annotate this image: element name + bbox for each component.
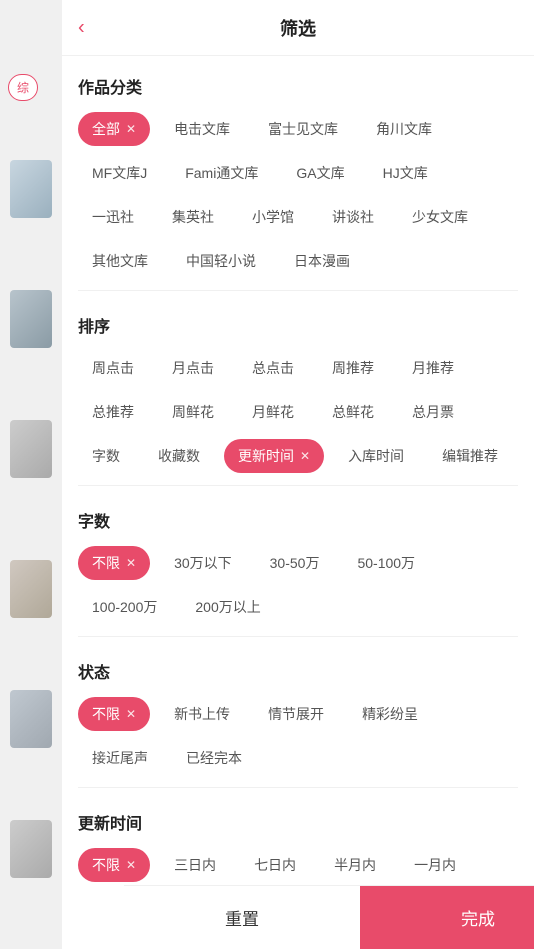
sort-section: 排序 周点击 月点击 总点击 周推荐 月推荐 总推荐 周鲜花 月鲜花 总鲜花 总… bbox=[78, 295, 518, 481]
tag-words-3[interactable]: 50-100万 bbox=[343, 546, 429, 580]
tag-category-11[interactable]: 讲谈社 bbox=[318, 200, 388, 234]
divider-2 bbox=[78, 485, 518, 486]
words-title: 字数 bbox=[78, 508, 518, 532]
header: ‹ 筛选 bbox=[62, 0, 534, 56]
tag-status-1[interactable]: 新书上传 bbox=[160, 697, 244, 731]
tag-category-6[interactable]: GA文库 bbox=[282, 156, 358, 190]
tag-sort-3[interactable]: 周推荐 bbox=[318, 351, 388, 385]
tag-category-7[interactable]: HJ文库 bbox=[369, 156, 442, 190]
tag-category-2[interactable]: 富士见文库 bbox=[254, 112, 352, 146]
tag-sort-11[interactable]: 收藏数 bbox=[144, 439, 214, 473]
tag-words-4[interactable]: 100-200万 bbox=[78, 590, 171, 624]
tag-sort-6[interactable]: 周鲜花 bbox=[158, 395, 228, 429]
tag-status-5[interactable]: 已经完本 bbox=[172, 741, 256, 775]
main-panel: ‹ 筛选 作品分类 全部✕ 电击文库 富士见文库 角川文库 MF文库J Fami… bbox=[62, 0, 534, 949]
divider-4 bbox=[78, 787, 518, 788]
book-thumb-4 bbox=[10, 560, 52, 618]
tag-sort-5[interactable]: 总推荐 bbox=[78, 395, 148, 429]
tag-update-0[interactable]: 不限✕ bbox=[78, 848, 150, 882]
comprehensive-tab[interactable]: 综 bbox=[8, 74, 38, 101]
tag-sort-12[interactable]: 更新时间✕ bbox=[224, 439, 324, 473]
tag-sort-2[interactable]: 总点击 bbox=[238, 351, 308, 385]
tag-status-2[interactable]: 情节展开 bbox=[254, 697, 338, 731]
tag-sort-4[interactable]: 月推荐 bbox=[398, 351, 468, 385]
sort-tags: 周点击 月点击 总点击 周推荐 月推荐 总推荐 周鲜花 月鲜花 总鲜花 总月票 … bbox=[78, 351, 518, 473]
tag-category-4[interactable]: MF文库J bbox=[78, 156, 161, 190]
tag-words-2[interactable]: 30-50万 bbox=[256, 546, 334, 580]
tag-category-13[interactable]: 其他文库 bbox=[78, 244, 162, 278]
tag-status-4[interactable]: 接近尾声 bbox=[78, 741, 162, 775]
tag-update-4[interactable]: 一月内 bbox=[400, 848, 470, 882]
tag-sort-10[interactable]: 字数 bbox=[78, 439, 134, 473]
tag-category-12[interactable]: 少女文库 bbox=[398, 200, 482, 234]
tag-sort-8[interactable]: 总鲜花 bbox=[318, 395, 388, 429]
status-tags: 不限✕ 新书上传 情节展开 精彩纷呈 接近尾声 已经完本 bbox=[78, 697, 518, 775]
tag-category-0[interactable]: 全部✕ bbox=[78, 112, 150, 146]
update-time-title: 更新时间 bbox=[78, 810, 518, 834]
tag-category-8[interactable]: 一迅社 bbox=[78, 200, 148, 234]
tag-words-0[interactable]: 不限✕ bbox=[78, 546, 150, 580]
tag-category-9[interactable]: 集英社 bbox=[158, 200, 228, 234]
words-section: 字数 不限✕ 30万以下 30-50万 50-100万 100-200万 200… bbox=[78, 490, 518, 632]
status-title: 状态 bbox=[78, 659, 518, 683]
tag-sort-9[interactable]: 总月票 bbox=[398, 395, 468, 429]
tag-sort-1[interactable]: 月点击 bbox=[158, 351, 228, 385]
tag-category-10[interactable]: 小学馆 bbox=[238, 200, 308, 234]
update-time-section: 更新时间 不限✕ 三日内 七日内 半月内 一月内 bbox=[78, 792, 518, 885]
left-panel: 综 bbox=[0, 0, 62, 949]
book-thumb-1 bbox=[10, 160, 52, 218]
tag-sort-13[interactable]: 入库时间 bbox=[334, 439, 418, 473]
tag-category-5[interactable]: Fami通文库 bbox=[171, 156, 272, 190]
tag-category-3[interactable]: 角川文库 bbox=[362, 112, 446, 146]
content-area: 作品分类 全部✕ 电击文库 富士见文库 角川文库 MF文库J Fami通文库 G… bbox=[62, 56, 534, 885]
book-thumb-2 bbox=[10, 290, 52, 348]
tag-sort-0[interactable]: 周点击 bbox=[78, 351, 148, 385]
divider-1 bbox=[78, 290, 518, 291]
tag-update-1[interactable]: 三日内 bbox=[160, 848, 230, 882]
tag-update-3[interactable]: 半月内 bbox=[320, 848, 390, 882]
book-thumb-6 bbox=[10, 820, 52, 878]
bottom-bar: 重置 完成 bbox=[124, 885, 534, 949]
tag-category-1[interactable]: 电击文库 bbox=[160, 112, 244, 146]
category-tags: 全部✕ 电击文库 富士见文库 角川文库 MF文库J Fami通文库 GA文库 H… bbox=[78, 112, 518, 278]
tag-category-15[interactable]: 日本漫画 bbox=[280, 244, 364, 278]
divider-3 bbox=[78, 636, 518, 637]
book-thumb-5 bbox=[10, 690, 52, 748]
category-title: 作品分类 bbox=[78, 74, 518, 98]
reset-button[interactable]: 重置 bbox=[124, 886, 360, 949]
tag-category-14[interactable]: 中国轻小说 bbox=[172, 244, 270, 278]
tag-update-2[interactable]: 七日内 bbox=[240, 848, 310, 882]
update-time-tags: 不限✕ 三日内 七日内 半月内 一月内 bbox=[78, 848, 518, 882]
book-thumb-3 bbox=[10, 420, 52, 478]
confirm-button[interactable]: 完成 bbox=[360, 886, 534, 949]
tag-sort-7[interactable]: 月鲜花 bbox=[238, 395, 308, 429]
back-button[interactable]: ‹ bbox=[78, 16, 85, 39]
category-section: 作品分类 全部✕ 电击文库 富士见文库 角川文库 MF文库J Fami通文库 G… bbox=[78, 56, 518, 286]
status-section: 状态 不限✕ 新书上传 情节展开 精彩纷呈 接近尾声 已经完本 bbox=[78, 641, 518, 783]
tag-status-0[interactable]: 不限✕ bbox=[78, 697, 150, 731]
tag-status-3[interactable]: 精彩纷呈 bbox=[348, 697, 432, 731]
tag-words-1[interactable]: 30万以下 bbox=[160, 546, 246, 580]
sort-title: 排序 bbox=[78, 313, 518, 337]
tag-words-5[interactable]: 200万以上 bbox=[181, 590, 274, 624]
tag-sort-14[interactable]: 编辑推荐 bbox=[428, 439, 512, 473]
words-tags: 不限✕ 30万以下 30-50万 50-100万 100-200万 200万以上 bbox=[78, 546, 518, 624]
page-title: 筛选 bbox=[280, 15, 316, 41]
